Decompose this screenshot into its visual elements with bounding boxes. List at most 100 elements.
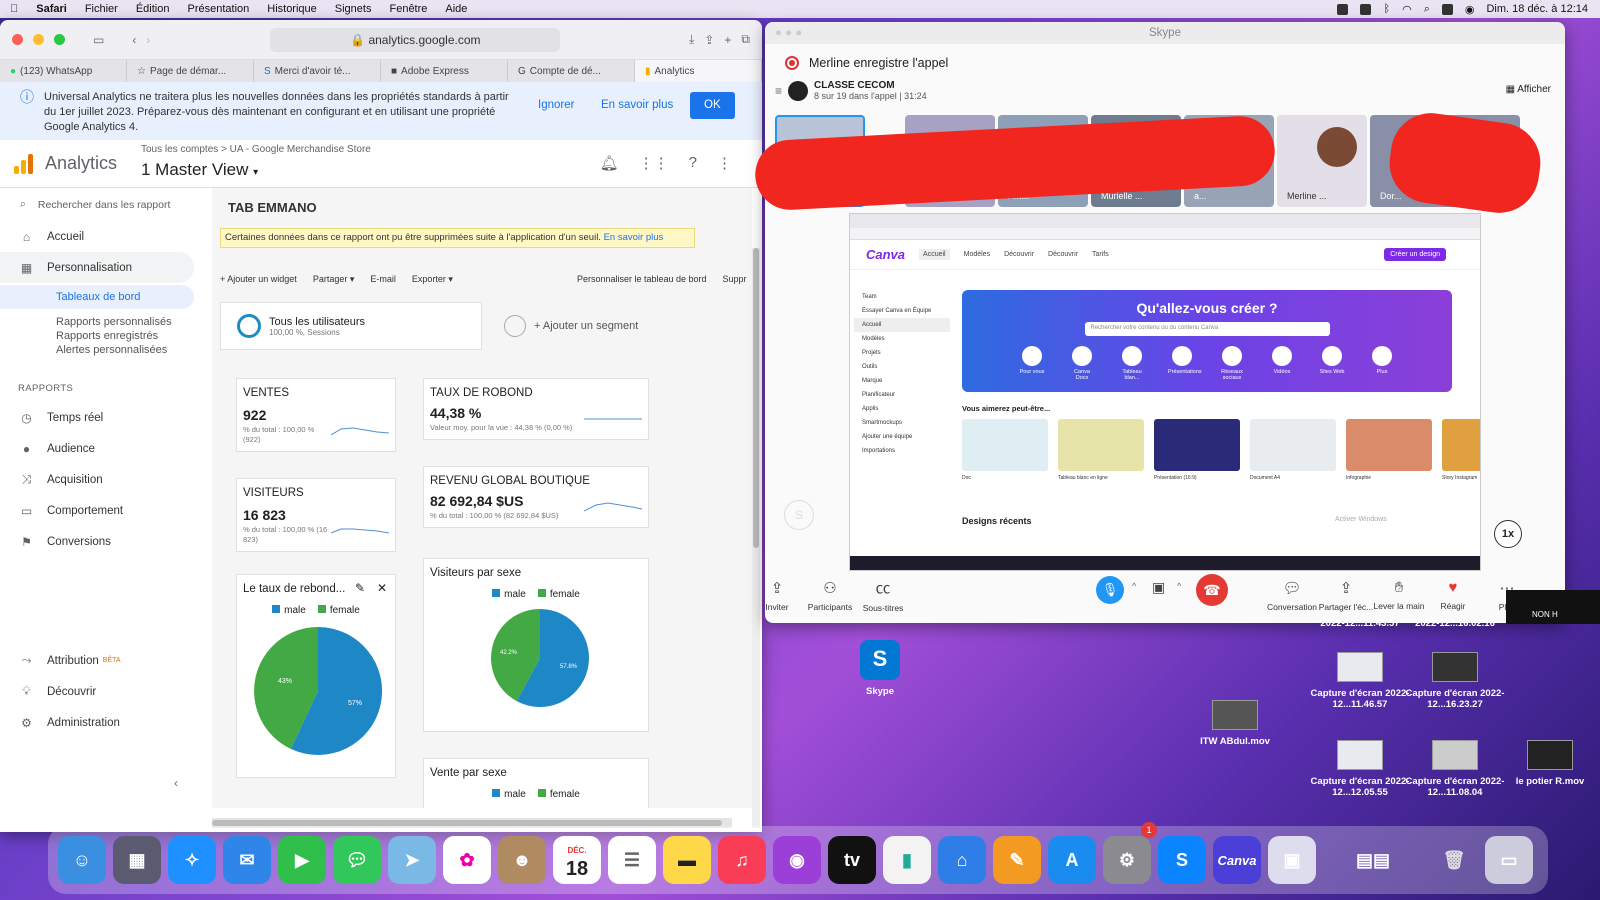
finder-icon[interactable]: ☺ <box>58 836 106 884</box>
bluetooth-icon[interactable]: ᛒ <box>1383 3 1390 15</box>
apple-tv-icon[interactable]: tv <box>828 836 876 884</box>
app-store-icon[interactable]: A <box>1048 836 1096 884</box>
new-tab-icon[interactable]: + <box>724 33 731 47</box>
apps-grid-icon[interactable]: ⋮⋮ <box>639 154 669 172</box>
show-button[interactable]: ▦ Afficher <box>1506 84 1551 95</box>
search-input[interactable]: Rechercher dans les rapport <box>38 199 171 211</box>
bell-icon[interactable]: 🔔︎ <box>600 154 619 172</box>
more-vert-icon[interactable]: ⋮ <box>717 154 732 172</box>
back-icon[interactable]: ‹ <box>132 33 136 47</box>
nav-customization[interactable]: ▦ Personnalisation <box>0 252 194 283</box>
customize-dashboard-button[interactable]: Personnaliser le tableau de bord <box>577 274 707 285</box>
react-button[interactable]: ♥ Réagir <box>1423 579 1483 611</box>
canva-dock-icon[interactable]: Canva <box>1213 836 1261 884</box>
tab-whatsapp[interactable]: ● (123) WhatsApp <box>0 60 127 82</box>
vertical-scrollbar[interactable] <box>752 248 760 828</box>
learn-more-button[interactable]: En savoir plus <box>601 98 673 113</box>
end-call-button[interactable]: ☎ <box>1196 574 1228 606</box>
add-segment[interactable]: + Ajouter un segment <box>488 302 744 350</box>
nav-custom-reports[interactable]: Rapports personnalisés <box>0 315 212 329</box>
sidebar-icon[interactable]: ▭ <box>93 33 104 47</box>
facetime-icon[interactable]: ▶ <box>278 836 326 884</box>
help-icon[interactable]: ? <box>689 154 697 172</box>
share-button[interactable]: Partager ▾ <box>313 274 355 285</box>
zoom-level-badge[interactable]: 1x <box>1494 520 1522 548</box>
nav-conversions[interactable]: ⚑ Conversions <box>0 526 212 557</box>
messages-icon[interactable]: 💬︎ <box>333 836 381 884</box>
mail-icon[interactable]: ✉ <box>223 836 271 884</box>
numbers-icon[interactable]: ▮ <box>883 836 931 884</box>
keynote-icon[interactable]: ⌂ <box>938 836 986 884</box>
menu-history[interactable]: Historique <box>267 3 317 15</box>
widget-visitors-by-sex[interactable]: Visiteurs par sexe male female 57.8% 42.2… <box>423 558 649 732</box>
nav-acquisition[interactable]: ⤨ Acquisition <box>0 464 212 495</box>
menu-view[interactable]: Présentation <box>187 3 249 15</box>
menu-help[interactable]: Aide <box>445 3 467 15</box>
calendar-icon[interactable]: DÉC. 18 <box>553 836 601 884</box>
desktop-file[interactable]: Capture d'écran 2022-12...11.46.57 <box>1310 652 1410 710</box>
breadcrumb[interactable]: Tous les comptes > UA - Google Merchandi… <box>141 144 371 155</box>
menu-file[interactable]: Fichier <box>85 3 118 15</box>
tab-skype-thanks[interactable]: S Merci d'avoir té... <box>254 60 381 82</box>
desktop-file-partial[interactable]: NON H <box>1506 590 1600 624</box>
ok-button[interactable]: OK <box>690 92 735 119</box>
contacts-icon[interactable]: ☻ <box>498 836 546 884</box>
nav-audience[interactable]: ● Audience <box>0 433 212 464</box>
menu-app-safari[interactable]: Safari <box>36 3 67 15</box>
nav-saved-reports[interactable]: Rapports enregistrés <box>0 329 212 343</box>
nav-admin[interactable]: ⚙ Administration <box>0 707 212 738</box>
apple-icon[interactable]:  <box>10 3 18 15</box>
desktop-file[interactable]: le potier R.mov <box>1500 740 1600 787</box>
zoom-window-button[interactable] <box>54 34 65 45</box>
menu-clock[interactable]: Dim. 18 déc. à 12:14 <box>1486 3 1588 15</box>
view-selector[interactable]: 1 Master View ▾ <box>141 160 258 180</box>
close-icon[interactable]: ✕ <box>377 581 387 595</box>
export-button[interactable]: Exporter ▾ <box>412 274 453 285</box>
downloads-stack-icon[interactable]: ▭ <box>1485 836 1533 884</box>
reminders-icon[interactable]: ☰ <box>608 836 656 884</box>
mic-options-chevron-icon[interactable]: ^ <box>1132 581 1136 591</box>
widget-sales[interactable]: VENTES 922 % du total : 100,00 % (922) <box>236 378 396 452</box>
pages-icon[interactable]: ✎ <box>993 836 1041 884</box>
siri-icon[interactable]: ◉ <box>1465 3 1475 16</box>
nav-attribution[interactable]: ⤳ Attribution BÊTA <box>0 645 212 676</box>
tab-overview-icon[interactable]: ⧉ <box>741 32 750 47</box>
tab-start-page[interactable]: ☆ Page de démar... <box>127 60 254 82</box>
raise-hand-button[interactable]: ✋︎ Lever la main <box>1369 579 1429 611</box>
search-icon[interactable]: ⌕ <box>1424 3 1430 16</box>
status-icon[interactable] <box>1337 3 1349 15</box>
podcasts-icon[interactable]: ◉ <box>773 836 821 884</box>
maps-icon[interactable]: ➤ <box>388 836 436 884</box>
wifi-icon[interactable]: ◠ <box>1402 3 1412 16</box>
desktop-file[interactable]: Capture d'écran 2022-12...11.08.04 <box>1405 740 1505 798</box>
nav-home[interactable]: ⌂ Accueil <box>0 221 212 252</box>
report-search[interactable]: ⌕ Rechercher dans les rapport <box>0 188 212 221</box>
tab-google-account[interactable]: G Compte de dé... <box>508 60 635 82</box>
collapse-sidebar-icon[interactable]: ‹ <box>174 776 178 790</box>
launchpad-icon[interactable]: ▦ <box>113 836 161 884</box>
keyboard-icon[interactable] <box>1360 3 1372 15</box>
widget-bounce-by-sex[interactable]: Le taux de rebond... ✎ ✕ male female 57% … <box>236 574 396 778</box>
menu-edit[interactable]: Édition <box>136 3 170 15</box>
skype-dock-icon[interactable]: S <box>1158 836 1206 884</box>
conversation-button[interactable]: 💬︎ Conversation <box>1262 579 1322 612</box>
menu-bookmarks[interactable]: Signets <box>335 3 372 15</box>
participant-tile[interactable]: Merline ... <box>1277 115 1367 207</box>
widget-sales-by-sex[interactable]: Vente par sexe male female <box>423 758 649 808</box>
share-screen-button[interactable]: ⇪ Partager l'éc... <box>1316 579 1376 612</box>
menu-window[interactable]: Fenêtre <box>389 3 427 15</box>
photos-icon[interactable]: ✿ <box>443 836 491 884</box>
download-icon[interactable]: ⤓ <box>689 32 694 47</box>
nav-dashboards[interactable]: Tableaux de bord <box>0 285 194 309</box>
nav-custom-alerts[interactable]: Alertes personnalisées <box>0 343 212 357</box>
camera-options-chevron-icon[interactable]: ^ <box>1177 581 1181 591</box>
close-window-button[interactable] <box>12 34 23 45</box>
desktop-file[interactable]: Capture d'écran 2022-12...16.23.27 <box>1405 652 1505 710</box>
invite-button[interactable]: ⇪ Inviter <box>747 579 807 612</box>
trash-icon[interactable]: 🗑︎ <box>1430 836 1478 884</box>
nav-discover[interactable]: 💡︎ Découvrir <box>0 676 212 707</box>
participants-button[interactable]: ⚇ Participants <box>800 579 860 612</box>
pencil-icon[interactable]: ✎ <box>355 581 365 595</box>
email-button[interactable]: E-mail <box>370 274 396 285</box>
nav-realtime[interactable]: ◷ Temps réel <box>0 402 212 433</box>
